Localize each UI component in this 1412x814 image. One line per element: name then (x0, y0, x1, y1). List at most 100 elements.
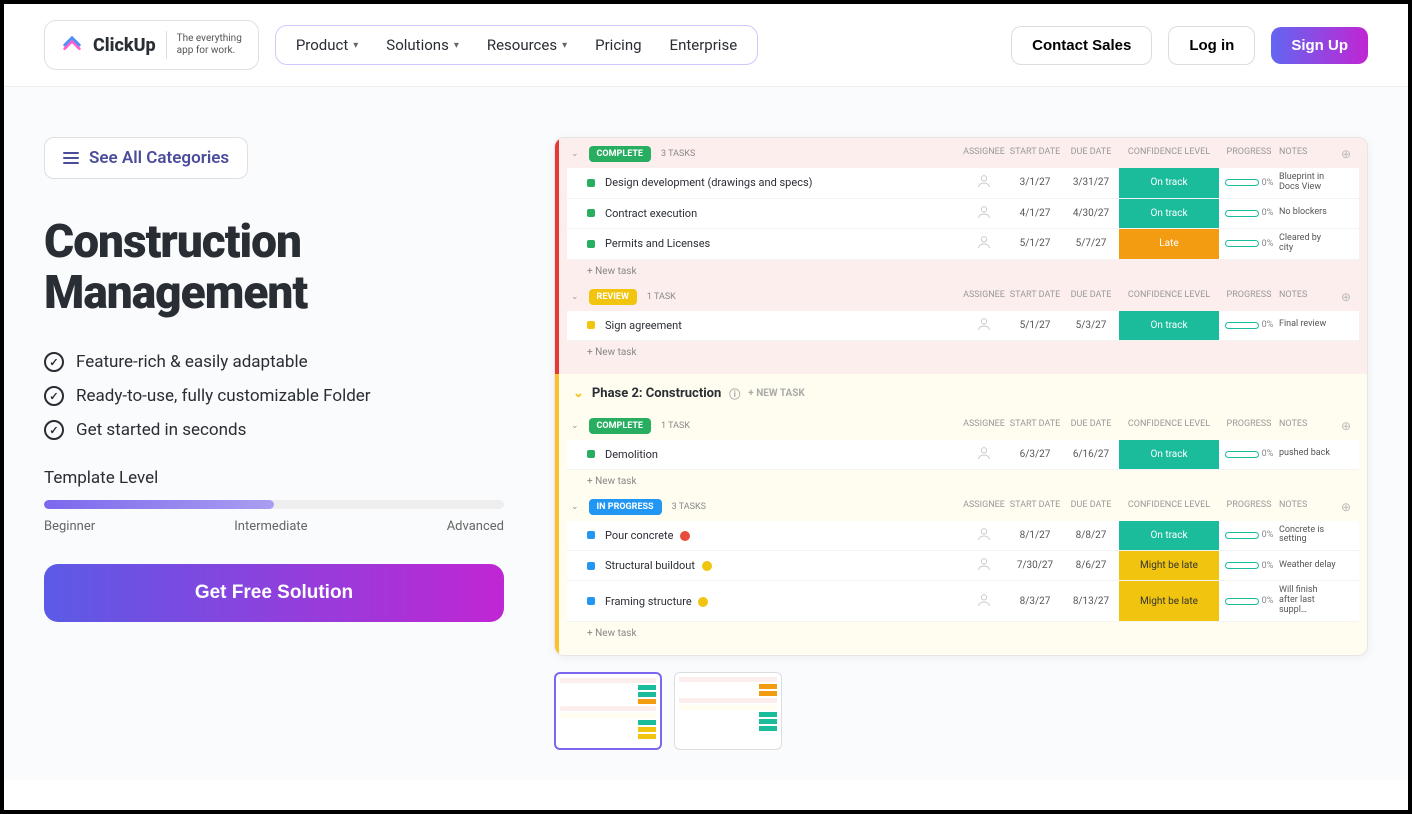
confidence-badge[interactable]: On track (1119, 199, 1219, 228)
new-task-button[interactable]: + New task (567, 260, 1359, 283)
nav-resources[interactable]: Resources▾ (487, 36, 567, 54)
notes-cell[interactable]: Weather delay (1279, 561, 1337, 571)
start-date[interactable]: 5/1/27 (1007, 320, 1063, 331)
assignee-icon[interactable] (961, 316, 1007, 335)
start-date[interactable]: 3/1/27 (1007, 177, 1063, 188)
col-progress: PROGRESS (1219, 147, 1279, 161)
nav-product[interactable]: Product▾ (296, 36, 358, 54)
add-column-icon[interactable]: ⊕ (1337, 500, 1355, 514)
group-header[interactable]: ⌄COMPLETE3 TASKSASSIGNEESTART DATEDUE DA… (567, 140, 1359, 168)
due-date[interactable]: 4/30/27 (1063, 208, 1119, 219)
confidence-badge[interactable]: On track (1119, 521, 1219, 551)
notes-cell[interactable]: No blockers (1279, 208, 1337, 218)
chevron-down-icon: ⌄ (571, 292, 579, 302)
logo-text: ClickUp (93, 35, 156, 56)
divider (166, 31, 167, 59)
assignee-icon[interactable] (961, 234, 1007, 253)
progress-cell[interactable]: 0% (1219, 530, 1279, 540)
group-header[interactable]: ⌄IN PROGRESS3 TASKSASSIGNEESTART DATEDUE… (567, 493, 1359, 521)
notes-cell[interactable]: Concrete is setting (1279, 526, 1337, 546)
logo[interactable]: ClickUp The everything app for work. (44, 20, 259, 70)
check-icon (44, 386, 64, 406)
priority-flag-icon (702, 561, 712, 571)
progress-cell[interactable]: 0% (1219, 449, 1279, 459)
notes-cell[interactable]: Will finish after last suppl… (1279, 586, 1337, 616)
assignee-icon[interactable] (961, 592, 1007, 611)
add-column-icon[interactable]: ⊕ (1337, 147, 1355, 161)
assignee-icon[interactable] (961, 204, 1007, 223)
status-dot (587, 179, 595, 187)
progress-cell[interactable]: 0% (1219, 239, 1279, 249)
assignee-icon[interactable] (961, 526, 1007, 545)
task-row[interactable]: Permits and Licenses 5/1/275/7/27Late0%C… (567, 229, 1359, 260)
thumbnail-1[interactable] (554, 672, 662, 750)
task-row[interactable]: Design development (drawings and specs) … (567, 168, 1359, 199)
contact-sales-button[interactable]: Contact Sales (1011, 26, 1152, 65)
due-date[interactable]: 5/7/27 (1063, 238, 1119, 249)
notes-cell[interactable]: pushed back (1279, 449, 1337, 459)
task-row[interactable]: Demolition 6/3/276/16/27On track0%pushed… (567, 440, 1359, 470)
col-due: DUE DATE (1063, 290, 1119, 304)
start-date[interactable]: 8/3/27 (1007, 596, 1063, 607)
task-row[interactable]: Pour concrete 8/1/278/8/27On track0%Conc… (567, 521, 1359, 552)
status-dot (587, 240, 595, 248)
signup-button[interactable]: Sign Up (1271, 27, 1368, 64)
nav-enterprise[interactable]: Enterprise (670, 36, 738, 54)
due-date[interactable]: 8/8/27 (1063, 530, 1119, 541)
login-button[interactable]: Log in (1168, 26, 1255, 65)
assignee-icon[interactable] (961, 173, 1007, 192)
col-start: START DATE (1007, 419, 1063, 433)
thumbnail-row (554, 672, 1368, 750)
group-header[interactable]: ⌄COMPLETE1 TASKASSIGNEESTART DATEDUE DAT… (567, 412, 1359, 440)
nav-solutions[interactable]: Solutions▾ (386, 36, 459, 54)
new-task-button[interactable]: + New task (567, 341, 1359, 364)
group-header[interactable]: ⌄REVIEW1 TASKASSIGNEESTART DATEDUE DATEC… (567, 283, 1359, 311)
task-row[interactable]: Sign agreement 5/1/275/3/27On track0%Fin… (567, 311, 1359, 341)
new-task-button[interactable]: + New task (567, 470, 1359, 493)
progress-cell[interactable]: 0% (1219, 596, 1279, 606)
new-task-button[interactable]: + NEW TASK (748, 388, 805, 399)
col-notes: NOTES (1279, 147, 1337, 161)
notes-cell[interactable]: Cleared by city (1279, 234, 1337, 254)
confidence-badge[interactable]: Might be late (1119, 551, 1219, 580)
task-row[interactable]: Structural buildout 7/30/278/6/27Might b… (567, 551, 1359, 581)
col-start: START DATE (1007, 290, 1063, 304)
start-date[interactable]: 8/1/27 (1007, 530, 1063, 541)
assignee-icon[interactable] (961, 556, 1007, 575)
start-date[interactable]: 4/1/27 (1007, 208, 1063, 219)
confidence-badge[interactable]: Might be late (1119, 581, 1219, 621)
due-date[interactable]: 6/16/27 (1063, 449, 1119, 460)
due-date[interactable]: 8/13/27 (1063, 596, 1119, 607)
notes-cell[interactable]: Blueprint in Docs View (1279, 173, 1337, 193)
notes-cell[interactable]: Final review (1279, 320, 1337, 330)
confidence-badge[interactable]: Late (1119, 229, 1219, 259)
task-row[interactable]: Contract execution 4/1/274/30/27On track… (567, 199, 1359, 229)
see-all-categories-button[interactable]: See All Categories (44, 137, 248, 179)
start-date[interactable]: 7/30/27 (1007, 560, 1063, 571)
confidence-badge[interactable]: On track (1119, 168, 1219, 198)
progress-cell[interactable]: 0% (1219, 561, 1279, 571)
feature-item: Ready-to-use, fully customizable Folder (44, 386, 504, 406)
confidence-badge[interactable]: On track (1119, 311, 1219, 340)
phase-title[interactable]: ⌄ Phase 2: Construction ⓘ + NEW TASK (567, 376, 1359, 412)
task-name: Structural buildout (605, 559, 961, 572)
thumbnail-2[interactable] (674, 672, 782, 750)
progress-cell[interactable]: 0% (1219, 208, 1279, 218)
confidence-badge[interactable]: On track (1119, 440, 1219, 469)
due-date[interactable]: 3/31/27 (1063, 177, 1119, 188)
phase-1: ⌄COMPLETE3 TASKSASSIGNEESTART DATEDUE DA… (555, 138, 1367, 374)
progress-cell[interactable]: 0% (1219, 178, 1279, 188)
due-date[interactable]: 5/3/27 (1063, 320, 1119, 331)
get-free-solution-button[interactable]: Get Free Solution (44, 564, 504, 622)
new-task-button[interactable]: + New task (567, 622, 1359, 645)
assignee-icon[interactable] (961, 445, 1007, 464)
start-date[interactable]: 5/1/27 (1007, 238, 1063, 249)
progress-cell[interactable]: 0% (1219, 320, 1279, 330)
nav-pricing[interactable]: Pricing (595, 36, 641, 54)
start-date[interactable]: 6/3/27 (1007, 449, 1063, 460)
due-date[interactable]: 8/6/27 (1063, 560, 1119, 571)
add-column-icon[interactable]: ⊕ (1337, 419, 1355, 433)
task-row[interactable]: Framing structure 8/3/278/13/27Might be … (567, 581, 1359, 622)
task-count: 3 TASKS (672, 502, 706, 512)
add-column-icon[interactable]: ⊕ (1337, 290, 1355, 304)
